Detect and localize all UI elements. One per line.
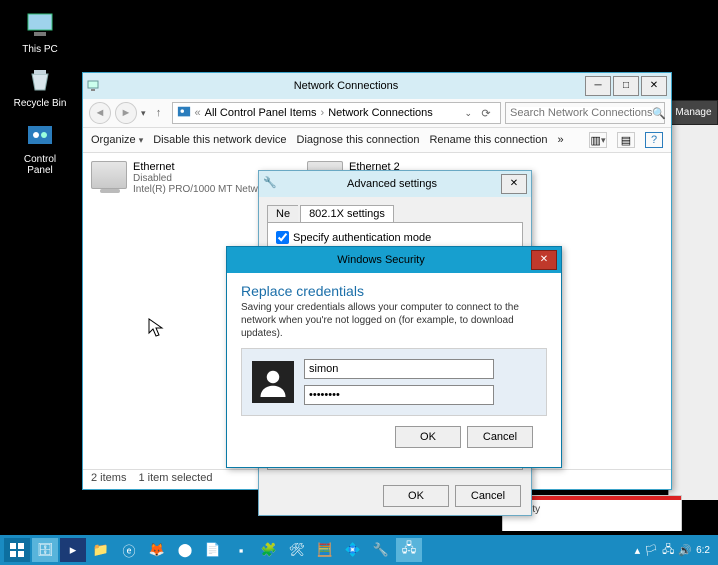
titlebar[interactable]: Network Connections ─ □ ✕: [83, 73, 671, 99]
search-box[interactable]: 🔍: [505, 102, 665, 124]
desktop-icon-this-pc[interactable]: This PC: [10, 10, 70, 55]
view-options-button[interactable]: ▥ ▾: [589, 132, 607, 148]
taskbar-powershell[interactable]: ▸: [60, 538, 86, 562]
taskbar-explorer[interactable]: 📁: [88, 538, 114, 562]
taskbar-firefox[interactable]: 🦊: [144, 538, 170, 562]
window-title: Network Connections: [107, 80, 585, 92]
username-input[interactable]: [304, 359, 494, 379]
address-dropdown[interactable]: ⌄: [464, 108, 472, 119]
manage-button[interactable]: Manage: [669, 100, 718, 125]
recycle-bin-icon: [24, 64, 56, 96]
preview-pane-button[interactable]: ▤: [617, 132, 635, 148]
cancel-button[interactable]: Cancel: [455, 485, 521, 507]
window-title: Windows Security: [231, 254, 531, 266]
control-panel-icon: [177, 105, 191, 122]
tray-clock[interactable]: 6:2: [696, 545, 710, 556]
refresh-button[interactable]: ⟳: [476, 107, 496, 120]
start-button[interactable]: [4, 538, 30, 562]
forward-button[interactable]: ►: [115, 102, 137, 124]
back-button[interactable]: ◄: [89, 102, 111, 124]
recent-locations-button[interactable]: ▾: [141, 108, 146, 119]
taskbar-app5[interactable]: 💠: [340, 538, 366, 562]
tab-8021x-settings[interactable]: 802.1X settings: [300, 205, 394, 222]
ok-button[interactable]: OK: [383, 485, 449, 507]
close-button[interactable]: ✕: [531, 250, 557, 270]
taskbar-cmd[interactable]: ▪: [228, 538, 254, 562]
desktop-icon-label: Recycle Bin: [10, 98, 70, 109]
diagnose-button[interactable]: Diagnose this connection: [297, 134, 420, 146]
maximize-button[interactable]: □: [613, 76, 639, 96]
taskbar-server-manager[interactable]: 🗄: [32, 538, 58, 562]
taskbar[interactable]: 🗄 ▸ 📁 ⓔ 🦊 ⬤ 📄 ▪ 🧩 🛠 🧮 💠 🔧 🖧 ▴ 🏳 🖧 🔊 6:2: [0, 535, 718, 565]
desktop-icon-control-panel[interactable]: Control Panel: [10, 120, 70, 176]
user-avatar-icon: [252, 361, 294, 403]
address-bar[interactable]: « All Control Panel Items › Network Conn…: [172, 102, 501, 124]
taskbar-app2[interactable]: 🧩: [256, 538, 282, 562]
breadcrumb-item[interactable]: All Control Panel Items: [205, 107, 317, 119]
windows-security-dialog: Windows Security ✕ Replace credentials S…: [226, 246, 562, 468]
dialog-heading: Replace credentials: [241, 283, 547, 299]
help-button[interactable]: ?: [645, 132, 663, 148]
desktop-icon-label: This PC: [10, 44, 70, 55]
ok-button[interactable]: OK: [395, 426, 461, 448]
password-input[interactable]: [304, 385, 494, 405]
taskbar-network-connections[interactable]: 🖧: [396, 538, 422, 562]
credentials-panel: [241, 348, 547, 416]
taskbar-app[interactable]: 📄: [200, 538, 226, 562]
disable-device-button[interactable]: Disable this network device: [153, 134, 286, 146]
control-panel-icon: [24, 120, 56, 152]
minimize-button[interactable]: ─: [585, 76, 611, 96]
window-title: Advanced settings: [283, 178, 501, 190]
tray-volume-icon[interactable]: 🔊: [678, 544, 692, 557]
tab-partial[interactable]: Ne: [267, 205, 298, 222]
organize-menu[interactable]: Organize ▾: [91, 134, 143, 146]
tray-up-icon[interactable]: ▴: [635, 544, 641, 557]
tray-flag-icon[interactable]: 🏳: [644, 544, 658, 557]
taskbar-app6[interactable]: 🔧: [368, 538, 394, 562]
server-manager-panel: Manage: [668, 100, 718, 500]
shield-icon: 🔧: [263, 176, 279, 192]
specify-auth-mode-input[interactable]: [276, 231, 289, 244]
desktop-icon-label: Control Panel: [10, 154, 70, 176]
close-button[interactable]: ✕: [641, 76, 667, 96]
rename-button[interactable]: Rename this connection: [429, 134, 547, 146]
taskbar-app4[interactable]: 🧮: [312, 538, 338, 562]
status-selected-count: 1 item selected: [138, 472, 212, 487]
specify-auth-mode-checkbox[interactable]: Specify authentication mode: [276, 231, 514, 244]
taskbar-chrome[interactable]: ⬤: [172, 538, 198, 562]
computer-icon: [24, 10, 56, 42]
network-adapter-icon: [91, 161, 127, 189]
titlebar[interactable]: Windows Security ✕: [227, 247, 561, 273]
search-input[interactable]: [510, 107, 652, 119]
desktop-icon-recycle-bin[interactable]: Recycle Bin: [10, 64, 70, 109]
taskbar-ie[interactable]: ⓔ: [116, 538, 142, 562]
dialog-description: Saving your credentials allows your comp…: [241, 301, 547, 340]
breadcrumb-item[interactable]: Network Connections: [328, 107, 433, 119]
close-button[interactable]: ✕: [501, 174, 527, 194]
network-icon: [87, 78, 103, 94]
more-commands[interactable]: »: [557, 134, 563, 146]
titlebar[interactable]: 🔧 Advanced settings ✕: [259, 171, 531, 197]
status-item-count: 2 items: [91, 472, 126, 487]
up-button[interactable]: ↑: [150, 104, 168, 122]
taskbar-app3[interactable]: 🛠: [284, 538, 310, 562]
search-icon: 🔍: [652, 107, 666, 120]
tray-network-icon[interactable]: 🖧: [662, 541, 674, 560]
system-tray[interactable]: ▴ 🏳 🖧 🔊 6:2: [635, 541, 714, 560]
cancel-button[interactable]: Cancel: [467, 426, 533, 448]
